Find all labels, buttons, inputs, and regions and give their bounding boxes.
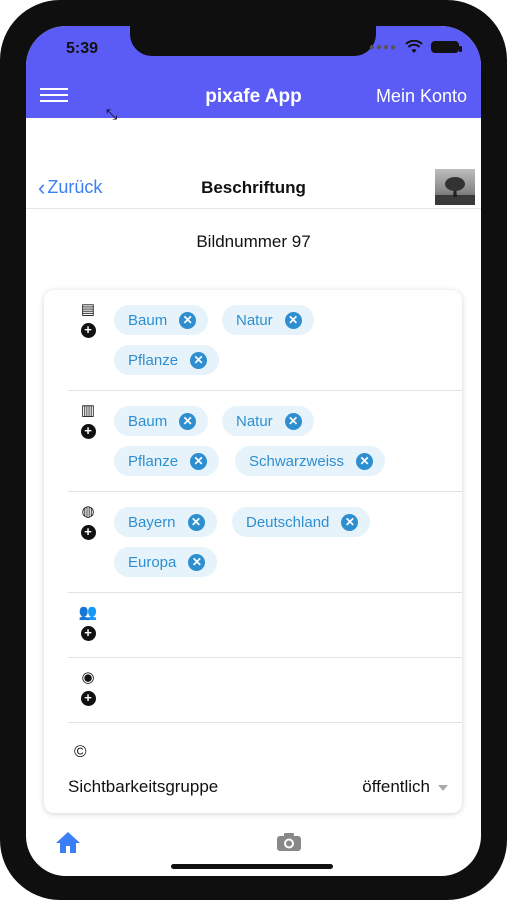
tags-card: ▤ + Baum ✕ Natur ✕ Pflanze ✕ ▥ + Baum ✕ Natu… [44, 290, 462, 813]
person-icon: ◉ [81, 669, 95, 686]
wifi-icon [405, 40, 423, 53]
people-icon: 👥 [78, 604, 98, 621]
status-icons: ●●●● [368, 40, 462, 54]
navigation-bar: ‹ Zurück Beschriftung [26, 166, 481, 209]
section-person: ◉ + [68, 658, 462, 723]
tag-chip[interactable]: Deutschland ✕ [232, 507, 371, 537]
page-title: Beschriftung [201, 178, 306, 197]
section-locations: ◍ + Bayern ✕ Deutschland ✕ Europa ✕ [68, 492, 462, 593]
home-indicator [171, 864, 333, 869]
remove-tag-icon[interactable]: ✕ [284, 412, 302, 430]
app-header: 5:39 ●●●● pixafe App Mein Konto ⤡ [26, 26, 481, 122]
screen: 5:39 ●●●● pixafe App Mein Konto ⤡ ‹ Zurü… [26, 26, 481, 876]
tag-chip[interactable]: Natur ✕ [222, 406, 314, 436]
caret-down-icon [438, 784, 448, 791]
camera-icon[interactable] [276, 832, 302, 852]
notch [130, 26, 376, 56]
tag-chip[interactable]: Schwarzweiss ✕ [235, 446, 386, 476]
copyright-icon[interactable]: © [74, 742, 87, 762]
signal-icon: ●●●● [368, 41, 397, 53]
tag-chip[interactable]: Baum ✕ [114, 406, 209, 436]
remove-tag-icon[interactable]: ✕ [188, 553, 206, 571]
newspaper-icon: ▤ [80, 301, 96, 318]
tag-chip[interactable]: Pflanze ✕ [114, 446, 220, 476]
remove-tag-icon[interactable]: ✕ [284, 311, 302, 329]
tag-chip[interactable]: Natur ✕ [222, 305, 314, 335]
add-people-button[interactable]: + [80, 626, 96, 641]
tag-chip[interactable]: Bayern ✕ [114, 507, 217, 537]
tag-chip[interactable]: Baum ✕ [114, 305, 209, 335]
visibility-select[interactable]: öffentlich [362, 777, 448, 797]
remove-tag-icon[interactable]: ✕ [190, 452, 208, 470]
visibility-label: Sichtbarkeitsgruppe [68, 777, 219, 796]
add-category-button[interactable]: + [80, 424, 96, 439]
tag-chip[interactable]: Pflanze ✕ [114, 345, 220, 375]
section-keywords: ▤ + Baum ✕ Natur ✕ Pflanze ✕ [68, 290, 462, 391]
phone-frame: 5:39 ●●●● pixafe App Mein Konto ⤡ ‹ Zurü… [0, 0, 507, 900]
remove-tag-icon[interactable]: ✕ [356, 452, 374, 470]
image-thumbnail[interactable] [435, 169, 475, 205]
remove-tag-icon[interactable]: ✕ [190, 351, 208, 369]
image-number: Bildnummer 97 [196, 232, 311, 251]
remove-tag-icon[interactable]: ✕ [187, 513, 205, 531]
account-link[interactable]: Mein Konto [376, 86, 467, 107]
add-location-button[interactable]: + [80, 525, 96, 540]
remove-tag-icon[interactable]: ✕ [179, 311, 197, 329]
remove-tag-icon[interactable]: ✕ [179, 412, 197, 430]
section-people: 👥 + [68, 593, 462, 658]
inbox-icon: ▥ [80, 402, 96, 419]
status-time: 5:39 [66, 40, 99, 57]
globe-icon: ◍ [81, 503, 95, 520]
add-person-button[interactable]: + [80, 691, 96, 706]
add-keyword-button[interactable]: + [80, 323, 96, 338]
home-icon[interactable] [54, 830, 82, 854]
battery-icon [431, 41, 462, 53]
remove-tag-icon[interactable]: ✕ [341, 513, 359, 531]
section-categories: ▥ + Baum ✕ Natur ✕ Pflanze ✕ Schwarzweiss ✕ [68, 391, 462, 492]
tag-chip[interactable]: Europa ✕ [114, 547, 218, 577]
resize-icon: ⤡ [106, 106, 118, 122]
